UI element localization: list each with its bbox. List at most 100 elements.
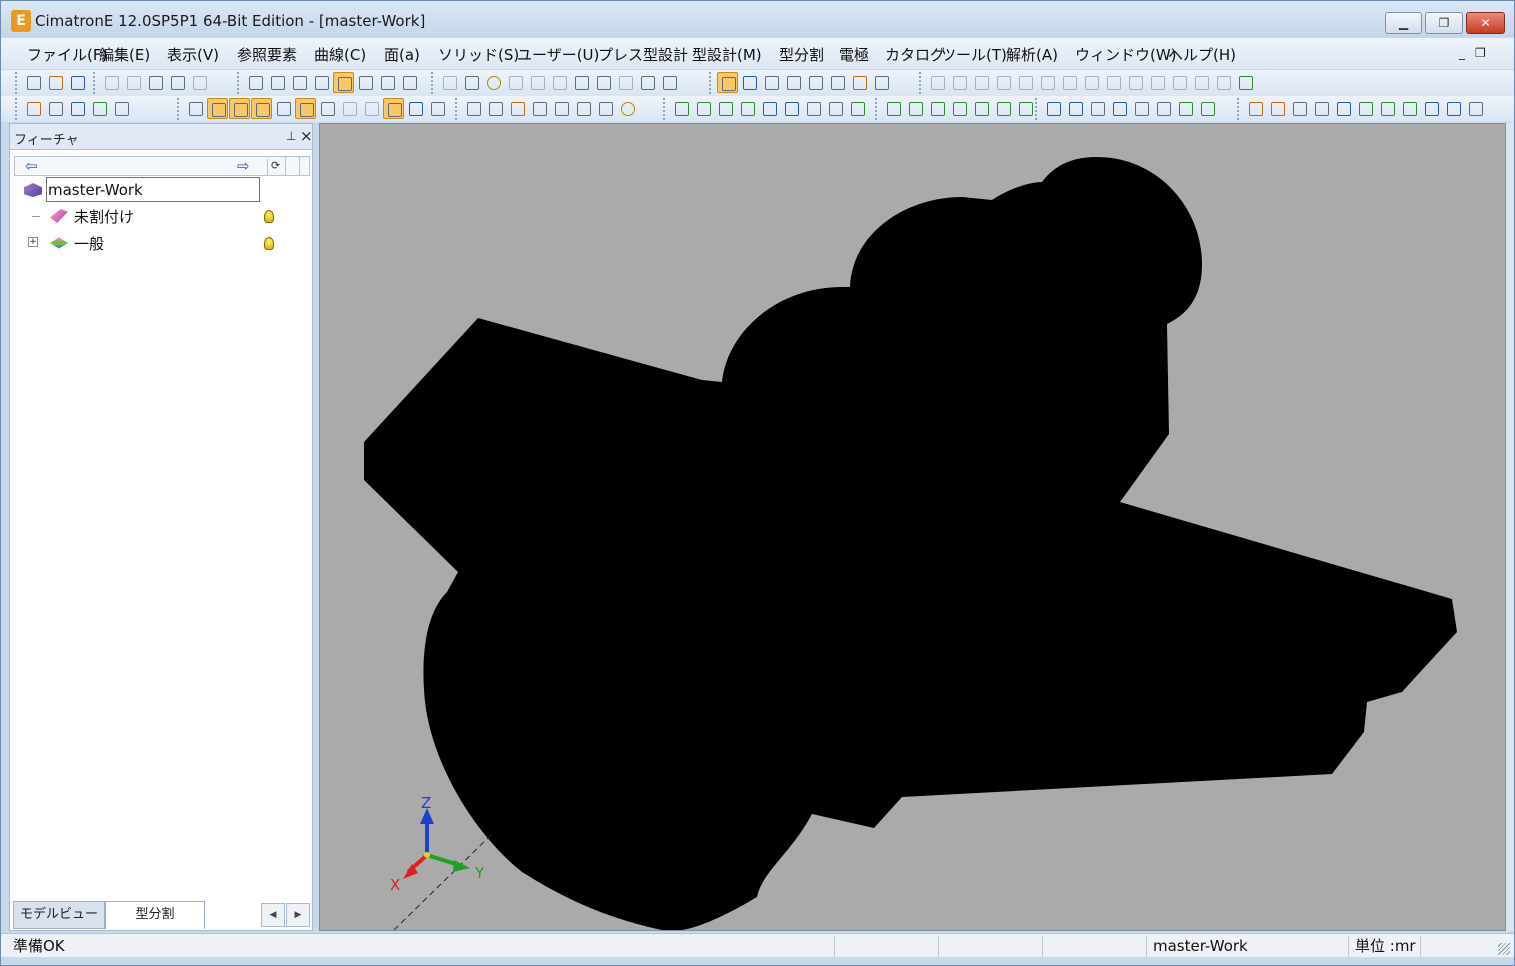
undo-icon[interactable] <box>101 72 122 93</box>
zoom-all-icon[interactable] <box>245 72 266 93</box>
tree-expand-icon[interactable]: + <box>28 237 38 247</box>
axis-tool-icon[interactable] <box>1081 72 1102 93</box>
menu-view[interactable]: 表示(V) <box>167 44 219 65</box>
close-window-button[interactable]: ✕ <box>1466 12 1505 34</box>
color-faces-icon[interactable] <box>1465 98 1486 119</box>
forward-arrow-icon[interactable]: ⇨ <box>237 157 250 175</box>
solid-move-icon[interactable] <box>1131 98 1152 119</box>
show-hide-icon[interactable] <box>439 72 460 93</box>
bulb-toggle-icon[interactable] <box>505 72 526 93</box>
model-silhouette[interactable] <box>364 157 1457 930</box>
point-icon[interactable] <box>551 98 572 119</box>
curve-split-icon[interactable] <box>759 98 780 119</box>
color-table-icon[interactable] <box>739 72 760 93</box>
open-file-icon[interactable] <box>45 72 66 93</box>
menu-file[interactable]: ファイル(F) <box>27 44 107 65</box>
draft-analysis-icon[interactable] <box>1377 98 1398 119</box>
shade-tool-icon[interactable] <box>1213 72 1234 93</box>
filter-solids-icon[interactable] <box>295 98 316 119</box>
sketch-icon[interactable] <box>507 98 528 119</box>
filter-edges-icon[interactable] <box>229 98 250 119</box>
tab-prev-arrow-icon[interactable]: ◀ <box>261 903 285 927</box>
transform-tool-icon[interactable] <box>1191 72 1212 93</box>
xyz-tool-icon[interactable] <box>1169 72 1190 93</box>
sync-icon[interactable]: ⟳ <box>267 159 283 175</box>
spline-icon[interactable] <box>595 98 616 119</box>
filter-curves-icon[interactable] <box>251 98 272 119</box>
menu-edit[interactable]: 編集(E) <box>99 44 150 65</box>
bulb-off-icon[interactable] <box>461 72 482 93</box>
filter-list-icon[interactable] <box>405 98 426 119</box>
solid-align-icon[interactable] <box>1153 98 1174 119</box>
filter-layers-icon[interactable] <box>339 98 360 119</box>
link-icon[interactable] <box>145 72 166 93</box>
solid-extrude-icon[interactable] <box>1197 98 1218 119</box>
surface-rule-icon[interactable] <box>993 98 1014 119</box>
copy-feature-icon[interactable] <box>167 72 188 93</box>
circle-tool-icon[interactable] <box>971 72 992 93</box>
sketch-select-icon[interactable] <box>463 98 484 119</box>
arc-tool-icon[interactable] <box>993 72 1014 93</box>
filter-colors-icon[interactable] <box>361 98 382 119</box>
solid-subtract-icon[interactable] <box>1109 98 1130 119</box>
exploded-view-icon[interactable] <box>1421 98 1442 119</box>
measure-icon[interactable] <box>593 72 614 93</box>
mdi-restore-button[interactable]: ❐ <box>1475 46 1486 60</box>
next-view-icon[interactable] <box>549 72 570 93</box>
brush-icon[interactable] <box>849 72 870 93</box>
parting-surface-icon[interactable] <box>1267 98 1288 119</box>
line-tool-icon[interactable] <box>927 72 948 93</box>
menu-analysis[interactable]: 解析(A) <box>1006 44 1058 65</box>
tab-next-arrow-icon[interactable]: ▶ <box>286 903 310 927</box>
pick-mode-icon[interactable] <box>111 98 132 119</box>
mdi-minimize-button[interactable]: _ <box>1459 46 1465 60</box>
surface-face-icon[interactable] <box>781 98 802 119</box>
menu-catalog[interactable]: カタログ <box>885 44 945 65</box>
layer-icon[interactable] <box>717 72 738 93</box>
surface-drive-icon[interactable] <box>905 98 926 119</box>
filter-icon[interactable] <box>571 72 592 93</box>
menu-tools[interactable]: ツール(T) <box>941 44 1007 65</box>
core-icon[interactable] <box>1289 98 1310 119</box>
viewport-canvas[interactable]: Z Y X <box>320 124 1506 931</box>
separate-icon[interactable] <box>1399 98 1420 119</box>
menu-help[interactable]: ヘルプ(H) <box>1168 44 1236 65</box>
previous-view-icon[interactable] <box>527 72 548 93</box>
circle-icon[interactable] <box>617 98 638 119</box>
visibility-bulb-icon[interactable] <box>264 237 274 250</box>
surface-fill-icon[interactable] <box>949 98 970 119</box>
save-icon[interactable] <box>67 72 88 93</box>
plane-tool-icon[interactable] <box>1015 72 1036 93</box>
solid-boolean-icon[interactable] <box>1087 98 1108 119</box>
tree-node-general[interactable]: 一般 <box>50 231 104 255</box>
curve-extend-icon[interactable] <box>715 98 736 119</box>
view-cube-icon[interactable] <box>333 72 354 93</box>
redo-icon[interactable] <box>123 72 144 93</box>
maximize-restore-button[interactable]: ❐ <box>1425 12 1463 34</box>
tree-node-master-work[interactable]: master-Work <box>24 178 143 202</box>
new-file-icon[interactable] <box>23 72 44 93</box>
parting-line-icon[interactable] <box>1245 98 1266 119</box>
select-all-icon[interactable] <box>23 98 44 119</box>
menu-mold-split[interactable]: 型分割 <box>779 44 824 65</box>
surface-revolve-icon[interactable] <box>1015 98 1036 119</box>
menu-solid[interactable]: ソリッド(S) <box>438 44 519 65</box>
box-icon[interactable] <box>871 72 892 93</box>
solid-split-icon[interactable] <box>1043 98 1064 119</box>
render-mode-icon[interactable] <box>355 72 376 93</box>
insert-icon[interactable] <box>1355 98 1376 119</box>
menu-electrode[interactable]: 電極 <box>839 44 869 65</box>
line-style-icon[interactable] <box>805 72 826 93</box>
analysis-icon[interactable] <box>615 72 636 93</box>
filter-faces-icon[interactable] <box>207 98 228 119</box>
minimize-button[interactable]: ▁ <box>1385 12 1422 34</box>
surface-boundary-icon[interactable] <box>927 98 948 119</box>
pan-icon[interactable] <box>311 72 332 93</box>
pin-icon[interactable]: ⊥ <box>286 129 296 143</box>
bulb-on-icon[interactable] <box>483 72 504 93</box>
sketch-curve-icon[interactable] <box>529 98 550 119</box>
visibility-bulb-icon[interactable] <box>264 210 274 223</box>
curve-trim-icon[interactable] <box>737 98 758 119</box>
graphics-viewport[interactable]: Z Y X <box>319 123 1506 931</box>
component-icon[interactable] <box>637 72 658 93</box>
